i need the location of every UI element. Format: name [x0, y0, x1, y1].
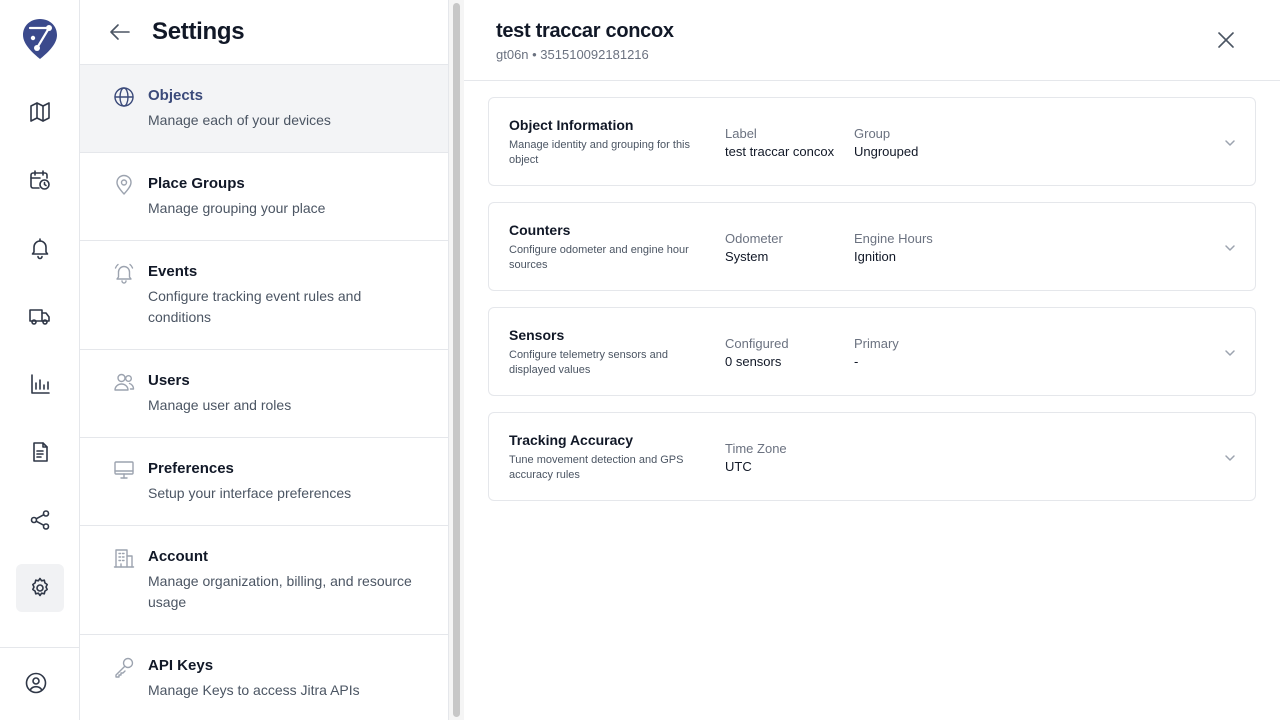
menu-item-account[interactable]: Account Manage organization, billing, an… [80, 526, 448, 635]
menu-item-title: API Keys [148, 657, 214, 674]
logo-icon[interactable] [22, 18, 58, 60]
field-primary: Primary - [854, 335, 899, 370]
object-detail-panel: test traccar concox gt06n • 351510092181… [464, 0, 1280, 720]
field-primary-name: Primary [854, 336, 899, 351]
settings-title: Settings [152, 18, 245, 45]
user-circle-icon[interactable] [12, 659, 60, 707]
share-icon[interactable] [16, 496, 64, 544]
menu-item-title: Account [148, 548, 208, 565]
field-label: Label test traccar concox [725, 125, 834, 160]
menu-item-title: Preferences [148, 460, 234, 477]
globe-icon [113, 86, 135, 108]
menu-item-api-keys[interactable]: API Keys Manage Keys to access Jitra API… [80, 635, 448, 720]
document-icon[interactable] [16, 428, 64, 476]
field-configured-value: 0 sensors [725, 354, 782, 369]
menu-item-title: Events [148, 263, 198, 280]
object-title: test traccar concox [496, 20, 674, 42]
field-time-zone-name: Time Zone [725, 441, 787, 456]
card-title: Sensors [509, 327, 565, 343]
menu-item-objects[interactable]: Objects Manage each of your devices [80, 65, 448, 153]
card-desc: Tune movement detection and GPS accuracy… [509, 454, 684, 481]
calendar-clock-icon[interactable] [16, 156, 64, 204]
field-group: Group Ungrouped [854, 125, 918, 160]
menu-item-desc: Setup your interface preferences [148, 485, 352, 501]
field-odometer-name: Odometer [725, 231, 783, 246]
object-subtitle: gt06n • 351510092181216 [496, 47, 649, 62]
field-engine-hours-value: Ignition [854, 249, 896, 264]
monitor-icon [113, 459, 135, 481]
field-group-value: Ungrouped [854, 144, 919, 159]
card-desc: Manage identity and grouping for this ob… [509, 139, 691, 166]
card-desc: Configure telemetry sensors and displaye… [509, 349, 668, 376]
chevron-down-icon[interactable] [1223, 451, 1237, 465]
map-pin-icon [113, 174, 135, 196]
menu-item-desc: Manage Keys to access Jitra APIs [148, 682, 360, 698]
card-title: Tracking Accuracy [509, 432, 633, 448]
map-icon[interactable] [16, 88, 64, 136]
settings-header: Settings [80, 0, 448, 65]
menu-item-desc: Manage user and roles [148, 397, 292, 413]
users-icon [113, 371, 135, 393]
field-label-name: Label [725, 126, 757, 141]
gear-icon[interactable] [16, 564, 64, 612]
bell-ring-icon [113, 262, 135, 284]
bell-icon[interactable] [16, 224, 64, 272]
card-object-information[interactable]: Object Information Manage identity and g… [488, 97, 1256, 186]
scrollbar-thumb[interactable] [453, 3, 460, 717]
field-primary-value: - [854, 354, 859, 369]
back-arrow-icon[interactable] [108, 20, 132, 44]
field-configured-name: Configured [725, 336, 789, 351]
card-title: Counters [509, 222, 571, 238]
chevron-down-icon[interactable] [1223, 136, 1237, 150]
card-tracking-accuracy[interactable]: Tracking Accuracy Tune movement detectio… [488, 412, 1256, 501]
menu-item-users[interactable]: Users Manage user and roles [80, 350, 448, 438]
menu-item-desc: Manage each of your devices [148, 112, 331, 128]
menu-item-desc: Manage grouping your place [148, 200, 326, 216]
settings-scrollbar[interactable] [449, 0, 464, 720]
card-counters[interactable]: Counters Configure odometer and engine h… [488, 202, 1256, 291]
field-odometer-value: System [725, 249, 769, 264]
menu-item-place-groups[interactable]: Place Groups Manage grouping your place [80, 153, 448, 241]
menu-item-title: Objects [148, 87, 204, 104]
card-title: Object Information [509, 117, 634, 133]
field-engine-hours-name: Engine Hours [854, 231, 933, 246]
key-icon [113, 656, 135, 678]
menu-item-desc: Configure tracking event rules and condi… [148, 288, 362, 325]
chevron-down-icon[interactable] [1223, 241, 1237, 255]
field-engine-hours: Engine Hours Ignition [854, 230, 933, 265]
field-configured: Configured 0 sensors [725, 335, 789, 370]
field-time-zone: Time Zone UTC [725, 440, 787, 475]
menu-item-events[interactable]: Events Configure tracking event rules an… [80, 241, 448, 350]
menu-item-title: Place Groups [148, 175, 245, 192]
bar-chart-icon[interactable] [16, 360, 64, 408]
menu-item-preferences[interactable]: Preferences Setup your interface prefere… [80, 438, 448, 526]
rail-divider [0, 647, 80, 648]
detail-header: test traccar concox gt06n • 351510092181… [464, 0, 1280, 81]
menu-item-title: Users [148, 372, 190, 389]
field-odometer: Odometer System [725, 230, 783, 265]
building-icon [113, 547, 135, 569]
close-icon[interactable] [1214, 28, 1238, 52]
field-time-zone-value: UTC [725, 459, 752, 474]
icon-rail [0, 0, 80, 720]
card-desc: Configure odometer and engine hour sourc… [509, 244, 689, 271]
settings-panel: Settings Objects Manage each of your dev… [80, 0, 449, 720]
field-label-value: test traccar concox [725, 144, 835, 159]
chevron-down-icon[interactable] [1223, 346, 1237, 360]
menu-item-desc: Manage organization, billing, and resour… [148, 573, 412, 610]
truck-icon[interactable] [16, 292, 64, 340]
field-group-name: Group [854, 126, 891, 141]
card-sensors[interactable]: Sensors Configure telemetry sensors and … [488, 307, 1256, 396]
